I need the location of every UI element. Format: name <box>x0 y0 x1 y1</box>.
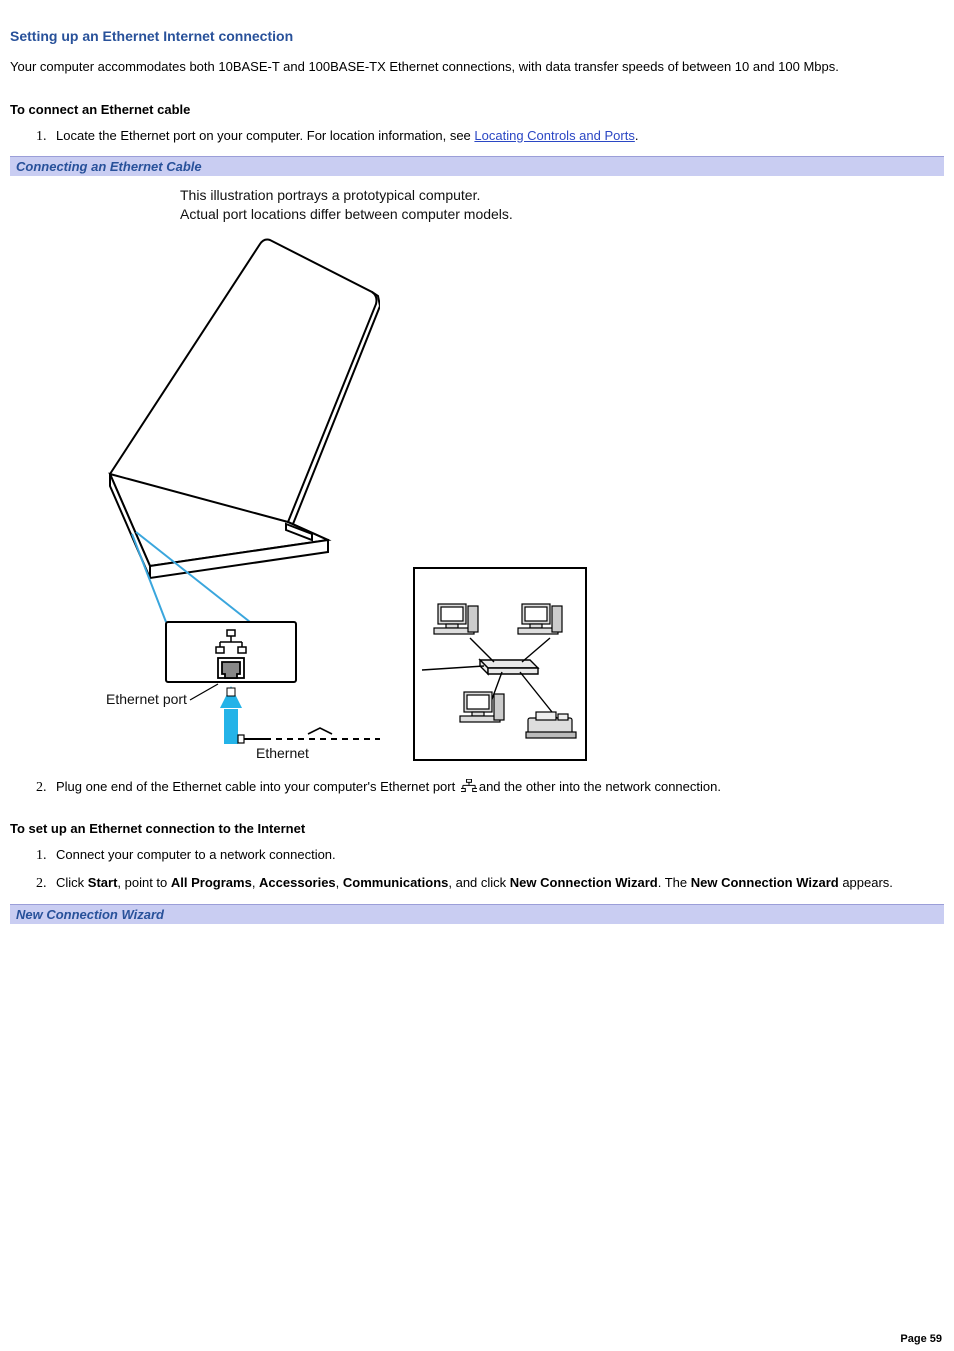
illustration-connecting-cable: This illustration portrays a prototypica… <box>90 186 944 764</box>
setup-step-2: Click Start, point to All Programs, Acce… <box>50 874 944 892</box>
steps-setup-internet: Connect your computer to a network conne… <box>10 846 944 891</box>
banner-new-connection-wizard: New Connection Wizard <box>10 904 944 924</box>
label-ethernet-cable-1: Ethernet <box>256 745 309 761</box>
steps-connect-cable: Locate the Ethernet port on your compute… <box>10 127 944 145</box>
step-1: Locate the Ethernet port on your compute… <box>50 127 944 145</box>
illustration-caption: This illustration portrays a prototypica… <box>180 186 944 224</box>
step-1-text-post: . <box>635 128 639 143</box>
caption-line-2: Actual port locations differ between com… <box>180 206 513 222</box>
subheading-setup-internet: To set up an Ethernet connection to the … <box>10 821 944 836</box>
label-ethernet-port: Ethernet port <box>106 691 187 707</box>
intro-paragraph: Your computer accommodates both 10BASE-T… <box>10 58 944 76</box>
label-ethernet-cable-2: cable <box>256 761 290 764</box>
step-2-post: and the other into the network connectio… <box>479 779 721 794</box>
ethernet-port-icon <box>461 779 477 793</box>
subheading-connect-cable: To connect an Ethernet cable <box>10 102 944 117</box>
steps-connect-cable-cont: Plug one end of the Ethernet cable into … <box>10 778 944 796</box>
step-2-pre: Plug one end of the Ethernet cable into … <box>56 779 459 794</box>
banner-connecting-cable: Connecting an Ethernet Cable <box>10 156 944 176</box>
ethernet-cable-arrow <box>220 686 380 744</box>
setup-step-1: Connect your computer to a network conne… <box>50 846 944 864</box>
laptop-diagram: Ethernet port Ethernet cable <box>90 234 380 764</box>
link-locating-controls[interactable]: Locating Controls and Ports <box>474 128 634 143</box>
caption-line-1: This illustration portrays a prototypica… <box>180 187 480 203</box>
page-number: Page 59 <box>900 1333 942 1345</box>
section-title: Setting up an Ethernet Internet connecti… <box>10 28 944 44</box>
network-diagram <box>410 564 590 764</box>
step-1-text-pre: Locate the Ethernet port on your compute… <box>56 128 474 143</box>
step-2: Plug one end of the Ethernet cable into … <box>50 778 944 796</box>
